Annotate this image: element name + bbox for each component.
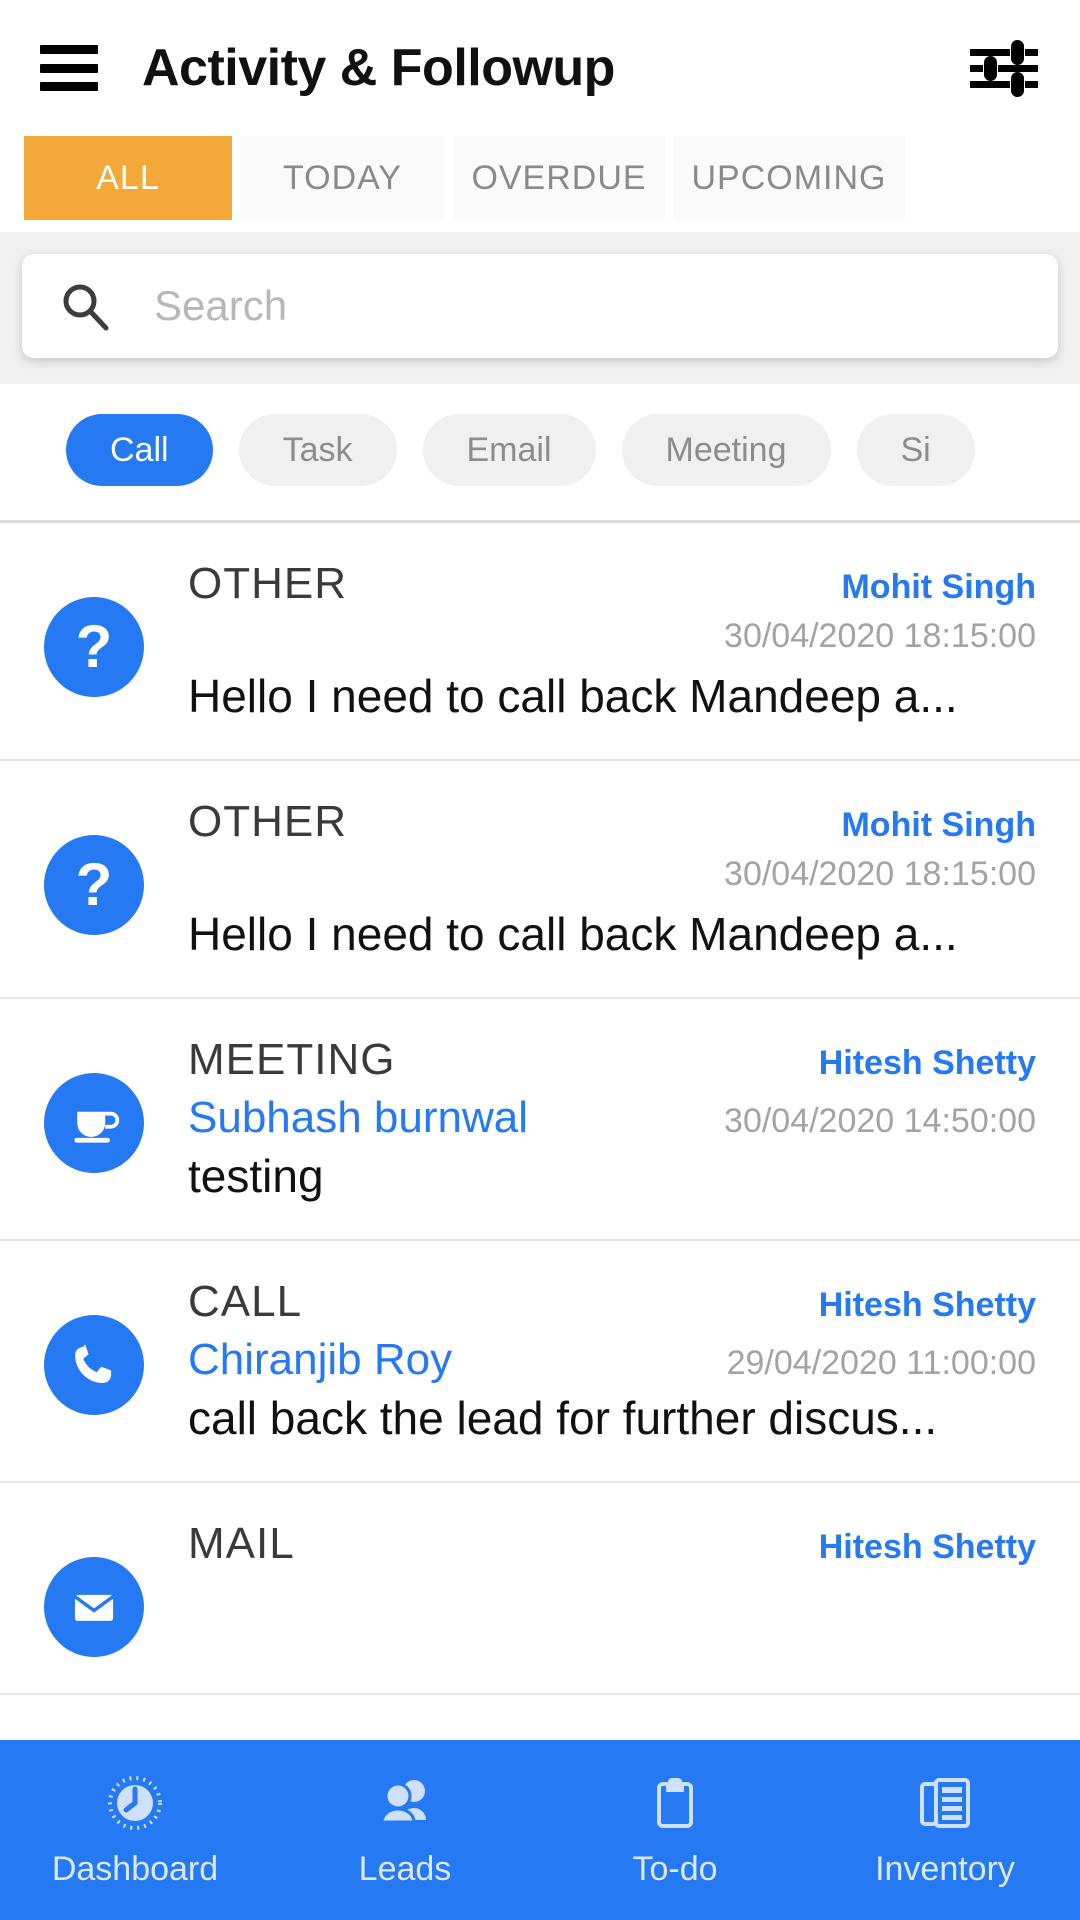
activity-owner[interactable]: Hitesh Shetty — [819, 1044, 1036, 1083]
tab-overdue-label: OVERDUE — [471, 158, 647, 197]
activity-date: 30/04/2020 14:50:00 — [724, 1102, 1036, 1140]
row-content: OTHER Mohit Singh 30/04/2020 18:15:00 He… — [188, 797, 1036, 961]
tab-upcoming-label: UPCOMING — [691, 158, 887, 197]
tab-all[interactable]: ALL — [24, 136, 232, 220]
chip-email-label: Email — [466, 430, 552, 469]
app-bar: Activity & Followup — [0, 0, 1080, 136]
search-section: Search — [0, 232, 1080, 384]
row-content: OTHER Mohit Singh 30/04/2020 18:15:00 He… — [188, 559, 1036, 723]
activity-description: call back the lead for further discus... — [188, 1392, 938, 1444]
clipboard-icon — [644, 1772, 706, 1834]
nav-label-todo: To-do — [632, 1849, 718, 1888]
activity-owner[interactable]: Hitesh Shetty — [819, 1528, 1036, 1567]
activity-date: 29/04/2020 11:00:00 — [726, 1344, 1036, 1382]
search-input[interactable]: Search — [22, 254, 1058, 358]
tab-overdue[interactable]: OVERDUE — [453, 136, 665, 220]
question-mark-icon: ? — [44, 597, 144, 697]
activity-date: 30/04/2020 18:15:00 — [724, 617, 1036, 655]
activity-contact[interactable]: Subhash burnwal — [188, 1093, 528, 1143]
nav-item-inventory[interactable]: Inventory — [810, 1772, 1080, 1889]
dashboard-gauge-icon — [104, 1772, 166, 1834]
activity-type: MAIL — [188, 1519, 295, 1568]
nav-item-todo[interactable]: To-do — [540, 1772, 810, 1889]
row-content: MAIL Hitesh Shetty — [188, 1519, 1036, 1629]
phone-icon — [44, 1315, 144, 1415]
activity-description: Hello I need to call back Mandeep a... — [188, 908, 958, 960]
row-content: MEETING Hitesh Shetty Subhash burnwal 30… — [188, 1035, 1036, 1203]
chip-call[interactable]: Call — [66, 414, 213, 486]
activity-type: CALL — [188, 1277, 303, 1326]
coffee-cup-icon — [44, 1073, 144, 1173]
activity-owner[interactable]: Mohit Singh — [841, 806, 1036, 845]
table-row[interactable]: ? OTHER Mohit Singh 30/04/2020 18:15:00 … — [0, 523, 1080, 761]
bottom-navigation: Dashboard Leads To-do Inventory — [0, 1740, 1080, 1920]
activity-list: ? OTHER Mohit Singh 30/04/2020 18:15:00 … — [0, 523, 1080, 1695]
nav-label-dashboard: Dashboard — [51, 1849, 219, 1888]
tab-all-label: ALL — [96, 158, 160, 197]
table-row[interactable]: ? OTHER Mohit Singh 30/04/2020 18:15:00 … — [0, 761, 1080, 999]
hamburger-menu-icon[interactable] — [40, 45, 98, 91]
search-placeholder: Search — [154, 282, 288, 329]
nav-label-leads: Leads — [358, 1849, 452, 1888]
activity-owner[interactable]: Mohit Singh — [841, 568, 1036, 607]
filter-tabs: ALL TODAY OVERDUE UPCOMING — [0, 136, 1080, 232]
tab-today[interactable]: TODAY — [240, 136, 445, 220]
newspaper-icon — [914, 1772, 976, 1834]
question-mark-icon: ? — [44, 835, 144, 935]
page-title: Activity & Followup — [142, 39, 615, 97]
activity-type: OTHER — [188, 559, 347, 608]
table-row[interactable]: MAIL Hitesh Shetty — [0, 1483, 1080, 1695]
tab-today-label: TODAY — [283, 158, 402, 197]
chip-email[interactable]: Email — [422, 414, 596, 486]
nav-item-leads[interactable]: Leads — [270, 1772, 540, 1889]
mail-icon — [44, 1557, 144, 1657]
chip-call-label: Call — [110, 430, 169, 469]
chip-meeting[interactable]: Meeting — [621, 414, 831, 486]
people-icon — [374, 1772, 436, 1834]
activity-description: testing — [188, 1150, 324, 1202]
search-icon — [60, 281, 110, 331]
nav-label-inventory: Inventory — [875, 1849, 1015, 1888]
activity-owner[interactable]: Hitesh Shetty — [819, 1286, 1036, 1325]
chip-meeting-label: Meeting — [665, 430, 787, 469]
table-row[interactable]: MEETING Hitesh Shetty Subhash burnwal 30… — [0, 999, 1080, 1241]
activity-type: OTHER — [188, 797, 347, 846]
table-row[interactable]: CALL Hitesh Shetty Chiranjib Roy 29/04/2… — [0, 1241, 1080, 1483]
chip-task-label: Task — [282, 430, 353, 469]
chip-site-visit-label: Si — [900, 430, 931, 469]
chip-site-visit[interactable]: Si — [856, 414, 975, 486]
filter-sliders-icon[interactable] — [968, 32, 1040, 104]
activity-contact[interactable]: Chiranjib Roy — [188, 1335, 452, 1385]
activity-type: MEETING — [188, 1035, 396, 1084]
chip-task[interactable]: Task — [238, 414, 397, 486]
tab-upcoming[interactable]: UPCOMING — [673, 136, 905, 220]
row-content: CALL Hitesh Shetty Chiranjib Roy 29/04/2… — [188, 1277, 1036, 1445]
nav-item-dashboard[interactable]: Dashboard — [0, 1772, 270, 1889]
activity-date: 30/04/2020 18:15:00 — [724, 855, 1036, 893]
activity-type-chips: Call Task Email Meeting Si — [0, 384, 1080, 523]
activity-description: Hello I need to call back Mandeep a... — [188, 670, 958, 722]
